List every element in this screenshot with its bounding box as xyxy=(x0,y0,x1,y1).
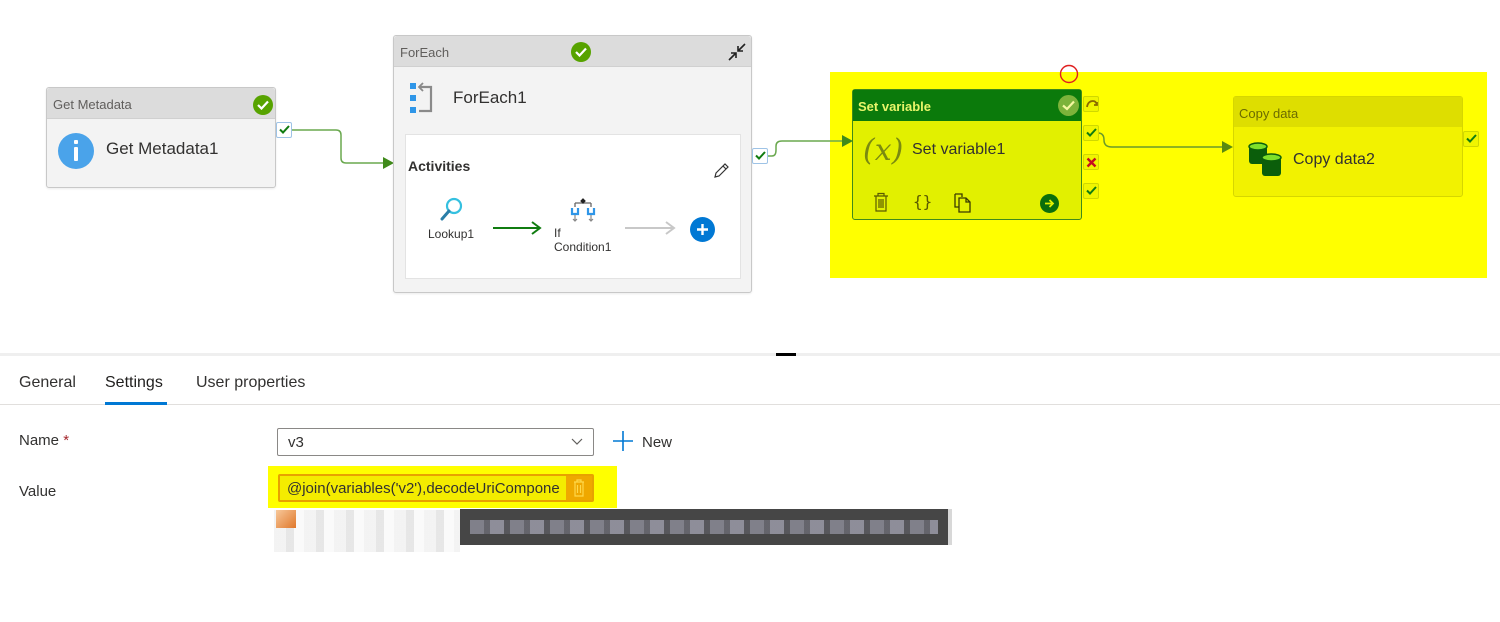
variable-icon: (x) xyxy=(863,133,904,168)
activity-copy-data[interactable]: Copy data Copy data2 xyxy=(1233,96,1463,197)
delete-icon[interactable] xyxy=(873,192,889,212)
success-output-port[interactable] xyxy=(1083,125,1099,141)
success-output-port[interactable] xyxy=(1463,131,1479,147)
go-to-activity-button[interactable] xyxy=(1040,194,1059,213)
activity-type-label: Set variable xyxy=(853,90,1081,121)
variable-name-dropdown[interactable]: v3 xyxy=(277,428,594,456)
active-tab-indicator xyxy=(105,402,167,405)
warning-icon xyxy=(276,510,296,528)
new-variable-label: New xyxy=(642,434,673,451)
chevron-down-icon xyxy=(571,438,583,445)
copy-data-icon xyxy=(1248,142,1282,176)
redacted-tooltip-text xyxy=(470,520,938,534)
splitter-grip[interactable] xyxy=(776,353,796,356)
variable-name-value: v3 xyxy=(288,434,304,451)
redacted-warning-message xyxy=(274,510,460,552)
activity-type-label: Copy data xyxy=(1234,97,1462,127)
completion-output-port[interactable] xyxy=(1083,183,1099,199)
value-expression-input[interactable]: @join(variables('v2'),decodeUriCompone xyxy=(278,474,594,502)
activity-name: Copy data2 xyxy=(1293,151,1375,168)
pipeline-canvas[interactable]: Get Metadata Get Metadata1 ForEach ForEa xyxy=(0,0,1500,350)
clear-value-button[interactable] xyxy=(566,476,592,500)
delete-icon xyxy=(574,479,584,497)
copy-icon[interactable] xyxy=(954,193,972,213)
tab-general[interactable]: General xyxy=(19,374,76,392)
value-label: Value xyxy=(19,483,57,500)
required-mark: * xyxy=(63,432,70,449)
tab-user-properties[interactable]: User properties xyxy=(196,374,305,392)
code-braces-icon[interactable]: {} xyxy=(913,192,932,211)
failure-output-port[interactable] xyxy=(1083,154,1099,170)
plus-icon xyxy=(613,431,633,451)
arrow-right-icon xyxy=(1045,199,1055,208)
activity-set-variable[interactable]: Set variable (x) Set variable1 {} xyxy=(852,89,1082,220)
activity-name: Set variable1 xyxy=(912,141,1006,158)
name-label-text: Name xyxy=(19,432,60,449)
name-label: Name * xyxy=(19,432,69,449)
success-check-icon xyxy=(1058,95,1079,116)
tab-settings[interactable]: Settings xyxy=(105,374,163,392)
skip-output-port[interactable] xyxy=(1083,96,1099,112)
panel-splitter[interactable] xyxy=(0,353,1500,356)
properties-tabs: General Settings User properties xyxy=(0,370,1500,405)
